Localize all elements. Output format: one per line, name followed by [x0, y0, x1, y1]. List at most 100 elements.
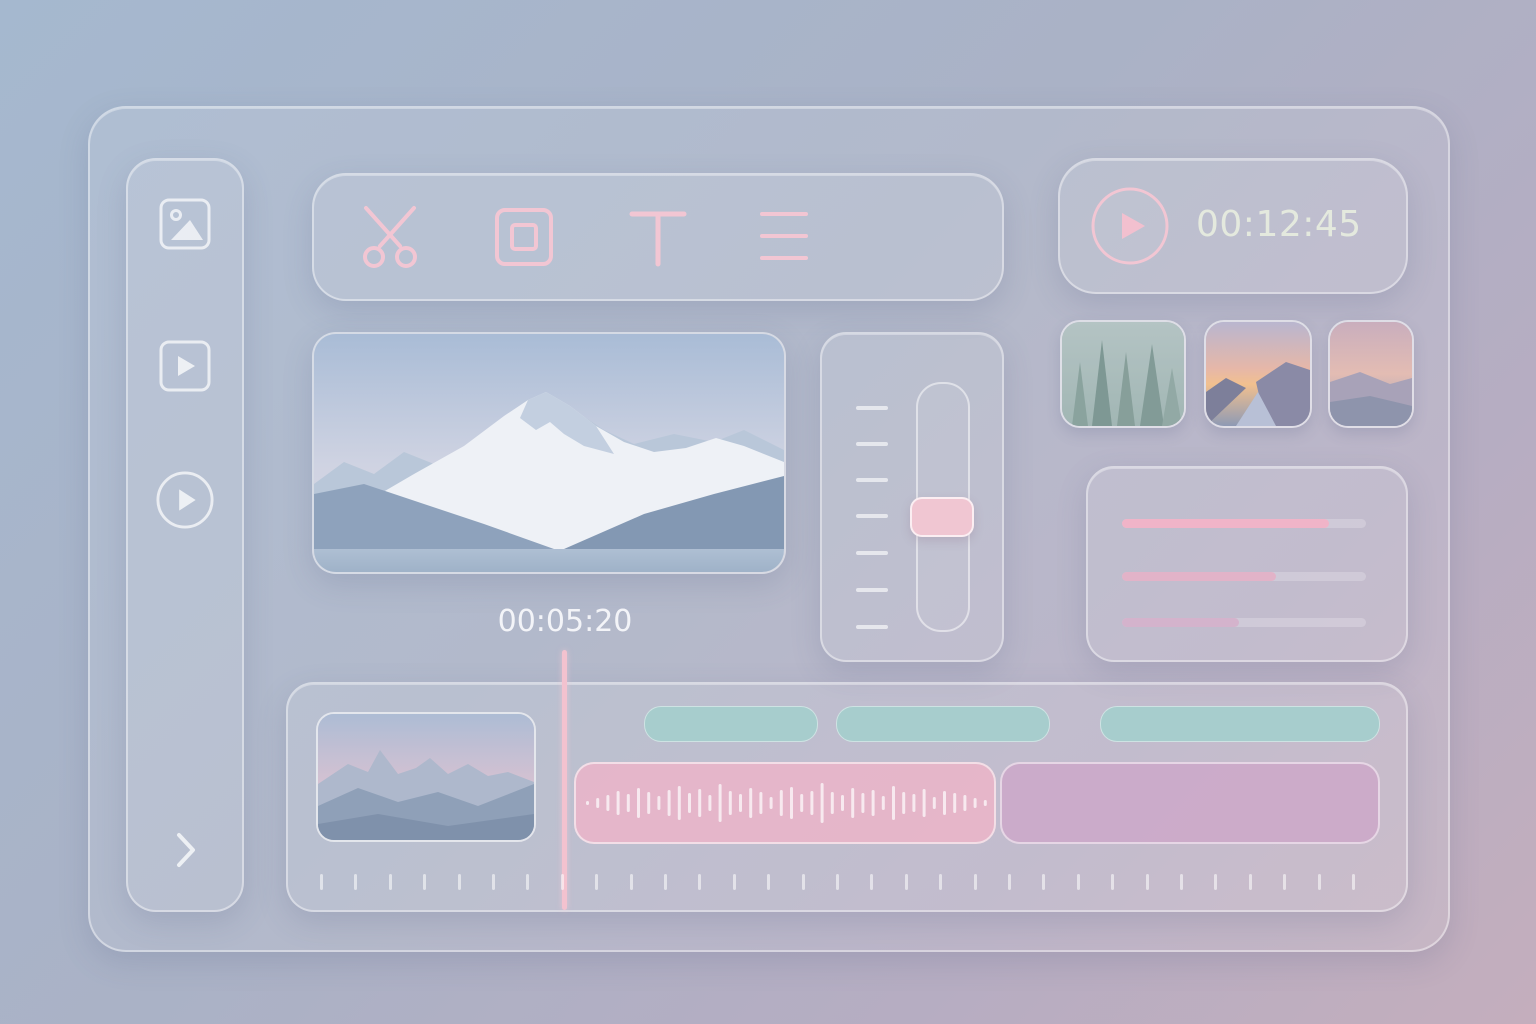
waveform-bar — [953, 793, 957, 813]
volume-slider-panel — [820, 332, 1004, 662]
waveform-bar — [902, 792, 906, 814]
waveform-bar — [922, 789, 926, 817]
video-preview[interactable] — [312, 332, 786, 574]
level-bar-2[interactable] — [1122, 572, 1366, 581]
waveform-bar — [861, 793, 865, 813]
waveform-bar — [657, 796, 661, 810]
waveform-bar — [820, 783, 824, 823]
media-thumbnail-shore[interactable] — [1328, 320, 1414, 428]
caption-clip-3[interactable] — [1100, 706, 1380, 742]
ruler-tick — [732, 874, 736, 890]
waveform-bar — [963, 795, 967, 811]
waveform-bar — [759, 792, 763, 814]
sidebar-expand-button[interactable] — [155, 820, 215, 880]
ruler-tick — [1352, 874, 1355, 890]
ruler-tick — [388, 874, 392, 890]
slider-tick — [856, 551, 888, 555]
sidebar-item-video[interactable] — [155, 336, 215, 396]
audio-clip-1[interactable] — [574, 762, 996, 844]
ruler-tick — [1283, 874, 1287, 890]
ruler-tick — [560, 874, 564, 890]
waveform-bar — [892, 786, 895, 820]
ruler-tick — [939, 874, 943, 890]
duration-label: 00:12:45 — [1196, 204, 1362, 245]
level-bar-1[interactable] — [1122, 519, 1366, 528]
waveform-bar — [708, 795, 712, 811]
ruler-tick — [1317, 874, 1321, 890]
ruler-tick — [1076, 874, 1080, 890]
waveform-bar — [932, 797, 936, 809]
waveform-bar — [749, 788, 753, 818]
audio-clip-2[interactable] — [1000, 762, 1380, 844]
waveform-bar — [626, 794, 630, 812]
slider-tick — [856, 625, 888, 629]
ruler-tick — [526, 874, 530, 890]
chevron-right-icon — [177, 833, 195, 867]
slider-tick — [856, 442, 888, 446]
waveform-bar — [728, 791, 732, 815]
menu-icon — [760, 212, 808, 260]
waveform-bar — [667, 790, 671, 816]
waveform-bar — [871, 790, 875, 816]
video-icon — [159, 340, 211, 392]
audio-waveform — [586, 783, 987, 823]
sunset-river-image — [1206, 322, 1310, 426]
waveform-bar — [830, 792, 834, 814]
ruler-tick — [801, 874, 805, 890]
foggy-shore-image — [1330, 322, 1412, 426]
slider-tick — [856, 406, 888, 410]
sidebar-item-images[interactable] — [155, 194, 215, 254]
ruler-tick — [1008, 874, 1011, 890]
menu-button[interactable] — [752, 204, 816, 270]
mountain-landscape-image — [314, 334, 784, 572]
playhead[interactable] — [562, 650, 567, 910]
caption-clip-1[interactable] — [644, 706, 818, 742]
ruler-tick — [1180, 874, 1183, 890]
ruler-tick — [1111, 874, 1115, 890]
level-bar-3[interactable] — [1122, 618, 1366, 627]
cut-button[interactable] — [358, 204, 422, 270]
level-bar-1-fill — [1122, 519, 1330, 528]
ruler-tick — [904, 874, 908, 890]
ruler-tick — [492, 874, 495, 890]
waveform-bar — [790, 787, 793, 819]
scissors-icon — [363, 206, 417, 268]
caption-clip-2[interactable] — [836, 706, 1050, 742]
ruler-tick — [423, 874, 427, 890]
ruler-tick — [664, 874, 667, 890]
waveform-bar — [881, 796, 885, 810]
crop-button[interactable] — [492, 204, 556, 270]
text-button[interactable] — [626, 204, 690, 270]
levels-panel — [1086, 466, 1408, 662]
timeline-video-clip[interactable] — [316, 712, 536, 842]
waveform-bar — [779, 790, 783, 816]
mountain-clip-image — [318, 714, 534, 840]
ruler-tick — [1042, 874, 1046, 890]
waveform-bar — [943, 791, 946, 815]
slider-tick — [856, 588, 888, 592]
waveform-bar — [810, 791, 814, 815]
waveform-bar — [586, 801, 589, 805]
waveform-bar — [718, 784, 722, 822]
sidebar — [126, 158, 244, 912]
ruler-tick — [1145, 874, 1149, 890]
play-circle-icon — [156, 471, 214, 529]
crop-icon — [495, 208, 553, 266]
waveform-bar — [606, 795, 610, 811]
waveform-bar — [637, 788, 640, 818]
media-thumbnail-forest[interactable] — [1060, 320, 1186, 428]
level-bar-2-fill — [1122, 572, 1276, 581]
slider-tick — [856, 514, 888, 518]
waveform-bar — [973, 798, 977, 808]
ruler-tick — [629, 874, 633, 890]
play-button[interactable] — [1090, 186, 1170, 266]
slider-thumb[interactable] — [910, 497, 974, 537]
slider-tick — [856, 478, 888, 482]
ruler-tick — [767, 874, 771, 890]
ruler-tick — [595, 874, 599, 890]
media-thumbnail-sunset[interactable] — [1204, 320, 1312, 428]
sidebar-item-play[interactable] — [155, 470, 215, 530]
ruler-tick — [973, 874, 977, 890]
ruler-tick — [457, 874, 461, 890]
waveform-bar — [688, 793, 691, 813]
